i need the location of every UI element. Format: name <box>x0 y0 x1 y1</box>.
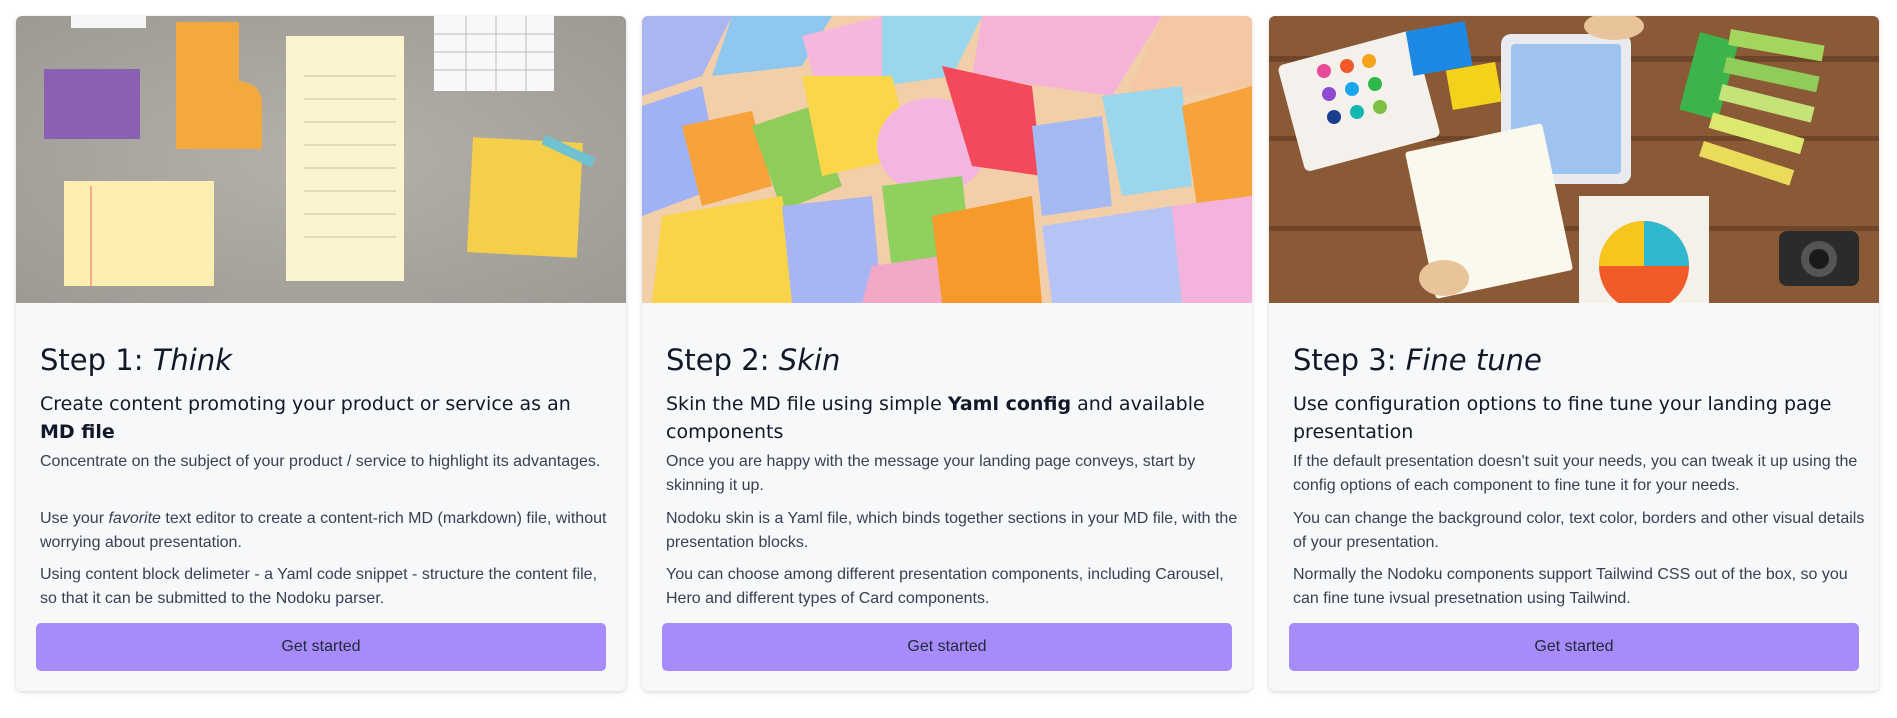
card-heading: Create content promoting your product or… <box>40 393 571 443</box>
card-paragraph: Use your favorite text editor to create … <box>40 510 607 551</box>
card-paragraph: You can change the background color, tex… <box>1293 510 1865 551</box>
step-title: Step 1: Think <box>40 343 233 377</box>
card-paragraph: Nodoku skin is a Yaml file, which binds … <box>666 510 1238 551</box>
get-started-button[interactable]: Get started <box>662 623 1232 671</box>
step-title: Step 2: Skin <box>666 343 841 377</box>
card-think: Step 1: Think Create content promoting y… <box>16 16 626 691</box>
card-paragraph: You can choose among different presentat… <box>666 566 1224 607</box>
card-fine-tune: Step 3: Fine tune Use configuration opti… <box>1269 16 1879 691</box>
card-paragraph: Once you are happy with the message your… <box>666 453 1196 494</box>
design-desk-image <box>1269 16 1879 303</box>
get-started-button[interactable]: Get started <box>1289 623 1859 671</box>
cards-row: Step 1: Think Create content promoting y… <box>16 16 1882 692</box>
card-paragraph: Concentrate on the subject of your produ… <box>40 453 601 470</box>
card-heading: Skin the MD file using simple Yaml confi… <box>666 393 1205 443</box>
card-heading: Use configuration options to fine tune y… <box>1293 393 1832 443</box>
card-paragraph: If the default presentation doesn't suit… <box>1293 453 1858 494</box>
step-title: Step 3: Fine tune <box>1293 343 1542 377</box>
card-skin: Step 2: Skin Skin the MD file using simp… <box>642 16 1252 691</box>
card-paragraph: Using content block delimeter - a Yaml c… <box>40 566 598 607</box>
card-paragraph: Normally the Nodoku components support T… <box>1293 566 1848 607</box>
colorful-blocks-image <box>642 16 1252 303</box>
sticky-notes-image <box>16 16 626 303</box>
get-started-button[interactable]: Get started <box>36 623 606 671</box>
